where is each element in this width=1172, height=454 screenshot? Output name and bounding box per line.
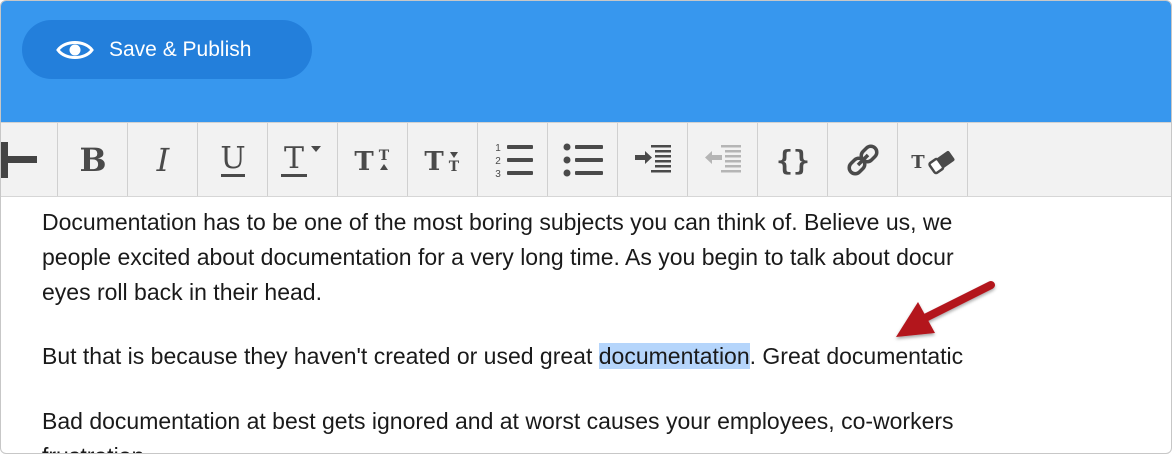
link-icon [846, 143, 879, 176]
unordered-list-icon [563, 143, 603, 176]
bold-icon: B [79, 141, 106, 179]
link-button[interactable] [828, 123, 898, 196]
red-arrow-annotation [896, 281, 995, 337]
indent-icon [634, 144, 671, 172]
eye-icon [56, 40, 94, 59]
text-style-glyph: T [283, 141, 303, 176]
selected-text[interactable]: documentation [598, 343, 750, 369]
increase-glyph-small: T [378, 148, 389, 164]
code-button[interactable]: {} [758, 123, 828, 196]
italic-glyph: I [155, 141, 170, 179]
decrease-glyph-large: T [424, 147, 444, 177]
underline-glyph: U [220, 141, 245, 176]
italic-button[interactable]: I [128, 123, 198, 196]
decrease-font-size-button[interactable]: T T [408, 123, 478, 196]
clear-formatting-glyph: T [911, 152, 925, 173]
bold-button[interactable]: B [58, 123, 128, 196]
increase-font-size-button[interactable]: T T [338, 123, 408, 196]
paragraph-1-line-3: eyes roll back in their head. [42, 279, 322, 305]
svg-text:1: 1 [495, 143, 501, 154]
paragraph-3-line-1: Bad documentation at best gets ignored a… [42, 408, 954, 434]
editor-window: Save & Publish B I U T T T T T 1 2 3 {} … [0, 0, 1172, 454]
header-bar: Save & Publish [1, 1, 1171, 122]
text-style-icon: T [280, 141, 321, 177]
underline-icon: U [220, 141, 245, 177]
unordered-list-button[interactable] [548, 123, 618, 196]
ordered-list-button[interactable]: 1 2 3 [478, 123, 548, 196]
font-size-decrease-icon: T T [424, 147, 459, 177]
bold-glyph: B [79, 141, 106, 179]
clear-formatting-icon: T [911, 150, 954, 174]
increase-glyph-large: T [354, 147, 374, 177]
text-style-button[interactable]: T [268, 123, 338, 196]
indent-button[interactable] [618, 123, 688, 196]
ordered-list-icon: 1 2 3 [495, 143, 533, 180]
outdent-icon [704, 144, 741, 172]
formatting-toolbar: B I U T T T T T 1 2 3 {} T [1, 122, 1171, 197]
svg-text:2: 2 [495, 156, 501, 167]
code-braces-icon: {} [776, 144, 810, 177]
clear-formatting-button[interactable]: T [898, 123, 968, 196]
code-glyph: {} [776, 144, 810, 177]
decrease-glyph-small: T [448, 159, 459, 175]
add-button[interactable] [1, 123, 58, 196]
outdent-button[interactable] [688, 123, 758, 196]
save-publish-label: Save & Publish [109, 37, 252, 61]
underline-button[interactable]: U [198, 123, 268, 196]
save-publish-button[interactable]: Save & Publish [22, 20, 312, 79]
italic-icon: I [155, 141, 170, 179]
font-size-increase-icon: T T [354, 147, 389, 177]
paragraph-1-line-2: people excited about documentation for a… [42, 244, 954, 270]
plus-icon [1, 141, 37, 178]
paragraph-2-before: But that is because they haven't created… [42, 343, 599, 369]
paragraph-1-line-1: Documentation has to be one of the most … [42, 209, 953, 235]
paragraph-3-line-2: frustration [42, 439, 144, 453]
svg-text:3: 3 [495, 169, 501, 180]
paragraph-2: But that is because they haven't created… [42, 339, 963, 374]
